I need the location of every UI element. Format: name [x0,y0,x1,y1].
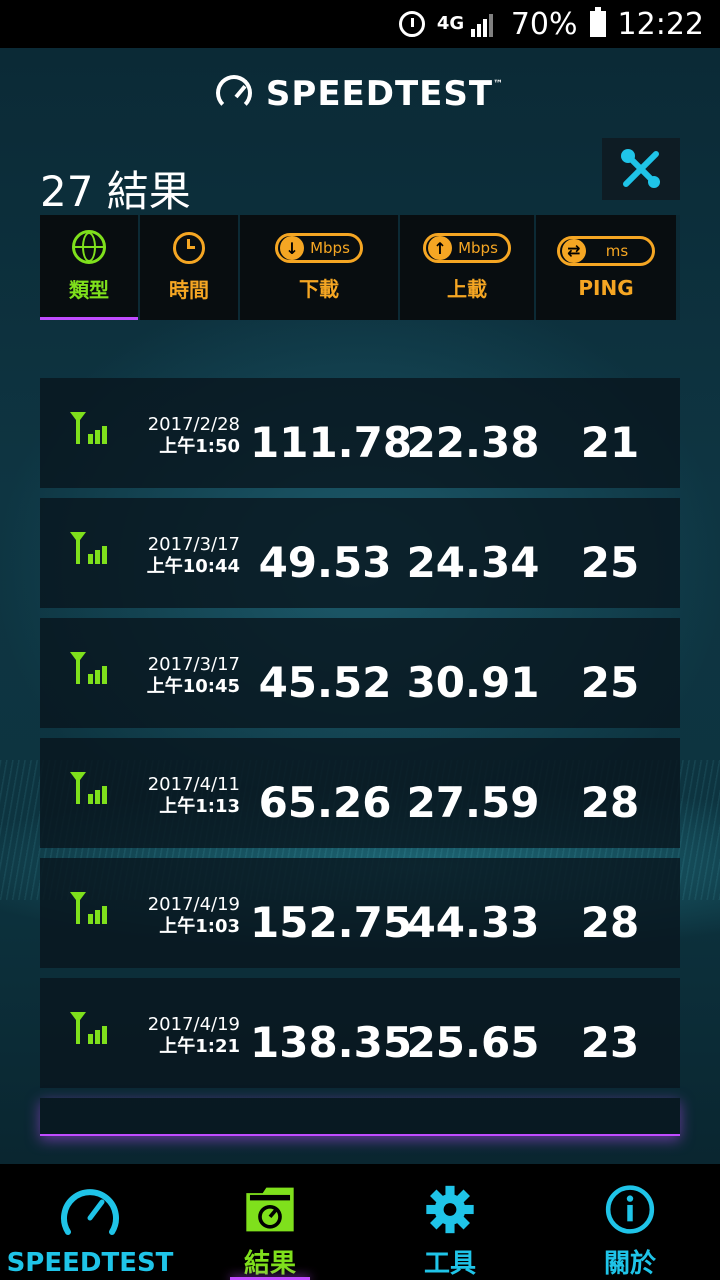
edit-tools-button[interactable] [602,138,680,200]
nav-results[interactable]: 結果 [180,1164,360,1280]
result-datetime: 2017/3/17 上午10:45 [140,654,240,698]
result-upload: 22.38 [406,418,540,467]
gear-icon [426,1185,474,1234]
nav-about-label: 關於 [603,1249,656,1279]
result-upload: 25.65 [406,1018,540,1067]
upload-unit-pill: ↑ Mbps [423,233,511,263]
result-time: 上午1:03 [159,916,240,937]
result-row[interactable]: 2017/4/19 上午1:21 138.35 25.65 23 [40,978,680,1088]
result-datetime: 2017/4/19 上午1:21 [140,1014,240,1058]
mobile-signal-icon [68,648,112,692]
result-ping: 28 [580,778,640,827]
column-time-label: 時間 [169,278,209,302]
result-ping: 23 [580,1018,640,1067]
mobile-signal-icon [68,408,112,452]
sort-by-upload[interactable]: ↑ Mbps 上載 [400,215,534,320]
result-row[interactable]: 2017/3/17 上午10:45 45.52 30.91 25 [40,618,680,728]
bottom-nav: SPEEDTEST 結果 工具 關於 [0,1164,720,1280]
result-ping: 25 [580,538,640,587]
result-row[interactable]: 2017/4/11 上午1:13 65.26 27.59 28 [40,738,680,848]
column-type-label: 類型 [69,277,109,302]
nav-speedtest[interactable]: SPEEDTEST [0,1164,180,1280]
nav-tools-label: 工具 [423,1249,476,1279]
result-ping: 25 [580,658,640,707]
result-row[interactable]: 2017/3/17 上午10:44 49.53 24.34 25 [40,498,680,608]
result-datetime: 2017/4/11 上午1:13 [140,774,240,818]
ping-unit-pill: ⇄ ms [556,235,656,266]
swap-arrows-icon: ⇄ [561,238,586,263]
download-unit-pill: ↓ Mbps [275,233,363,263]
result-upload: 24.34 [406,538,540,587]
nav-tools[interactable]: 工具 [360,1164,540,1280]
sort-by-time[interactable]: 時間 [140,215,238,320]
sort-by-download[interactable]: ↓ Mbps 下載 [240,215,398,320]
result-date: 2017/3/17 [147,534,240,555]
result-datetime: 2017/2/28 上午1:50 [140,414,240,458]
result-download: 45.52 [258,658,392,707]
result-date: 2017/4/19 [147,1014,240,1035]
result-time: 上午1:13 [159,796,240,817]
battery-percent: 70% [510,6,578,42]
result-upload: 27.59 [406,778,540,827]
result-row[interactable]: 2017/2/28 上午1:50 111.78 22.38 21 [40,378,680,488]
upload-unit: Mbps [458,239,498,257]
arrow-down-icon: ↓ [280,236,305,260]
clock-icon [173,232,205,264]
network-type-icon: 4G [436,13,465,34]
result-download: 152.75 [250,898,413,947]
result-download: 49.53 [258,538,392,587]
result-time: 上午1:50 [159,436,240,457]
result-date: 2017/4/19 [147,894,240,915]
clock-time: 12:22 [617,6,704,42]
download-unit: Mbps [310,239,350,257]
result-date: 2017/2/28 [147,414,240,435]
nav-results-label: 結果 [243,1249,296,1279]
info-icon [605,1185,655,1234]
result-time: 上午10:45 [146,676,240,697]
app-logo: SPEEDTEST™ [0,74,720,114]
result-count: 27 結果 [40,167,191,216]
results-list: 2017/2/28 上午1:50 111.78 22.38 21 2017/3/1… [40,378,680,1146]
column-ping-label: PING [578,275,634,300]
app-title: SPEEDTEST [265,74,494,114]
battery-icon [589,7,606,37]
status-bar: 4G 70% 12:22 [0,0,720,48]
mobile-signal-icon [68,888,112,932]
results-folder-icon [246,1187,294,1232]
result-date: 2017/3/17 [147,654,240,675]
nav-speedtest-label: SPEEDTEST [6,1248,174,1278]
mobile-signal-icon [68,528,112,572]
sort-by-ping[interactable]: ⇄ ms PING [536,215,676,320]
nav-about[interactable]: 關於 [540,1164,720,1280]
result-download: 138.35 [250,1018,413,1067]
arrow-up-icon: ↑ [428,236,453,260]
result-ping: 28 [580,898,640,947]
result-row-partial[interactable] [40,1098,680,1136]
result-upload: 44.33 [406,898,540,947]
result-datetime: 2017/3/17 上午10:44 [140,534,240,578]
column-upload-label: 上載 [447,277,487,301]
ping-unit: ms [605,241,629,260]
result-row[interactable]: 2017/4/19 上午1:03 152.75 44.33 28 [40,858,680,968]
column-download-label: 下載 [299,277,339,301]
speedtest-gauge-icon [215,75,252,111]
result-datetime: 2017/4/19 上午1:03 [140,894,240,938]
result-download: 111.78 [250,418,413,467]
result-ping: 21 [580,418,640,467]
result-time: 上午10:44 [146,556,240,577]
mobile-signal-icon [68,768,112,812]
trademark: ™ [493,79,505,90]
gauge-icon [61,1189,119,1235]
result-time: 上午1:21 [159,1036,240,1057]
signal-icon [470,11,499,37]
result-upload: 30.91 [406,658,540,707]
sort-by-type[interactable]: 類型 [40,215,138,320]
alarm-icon [398,11,425,37]
result-download: 65.26 [258,778,392,827]
globe-icon [72,229,106,264]
result-date: 2017/4/11 [147,774,240,795]
column-header-bar: 類型 時間 ↓ Mbps 下載 ↑ Mbps 上載 ⇄ ms PING [40,215,680,320]
mobile-signal-icon [68,1008,112,1052]
wrench-screwdriver-icon [621,149,660,188]
